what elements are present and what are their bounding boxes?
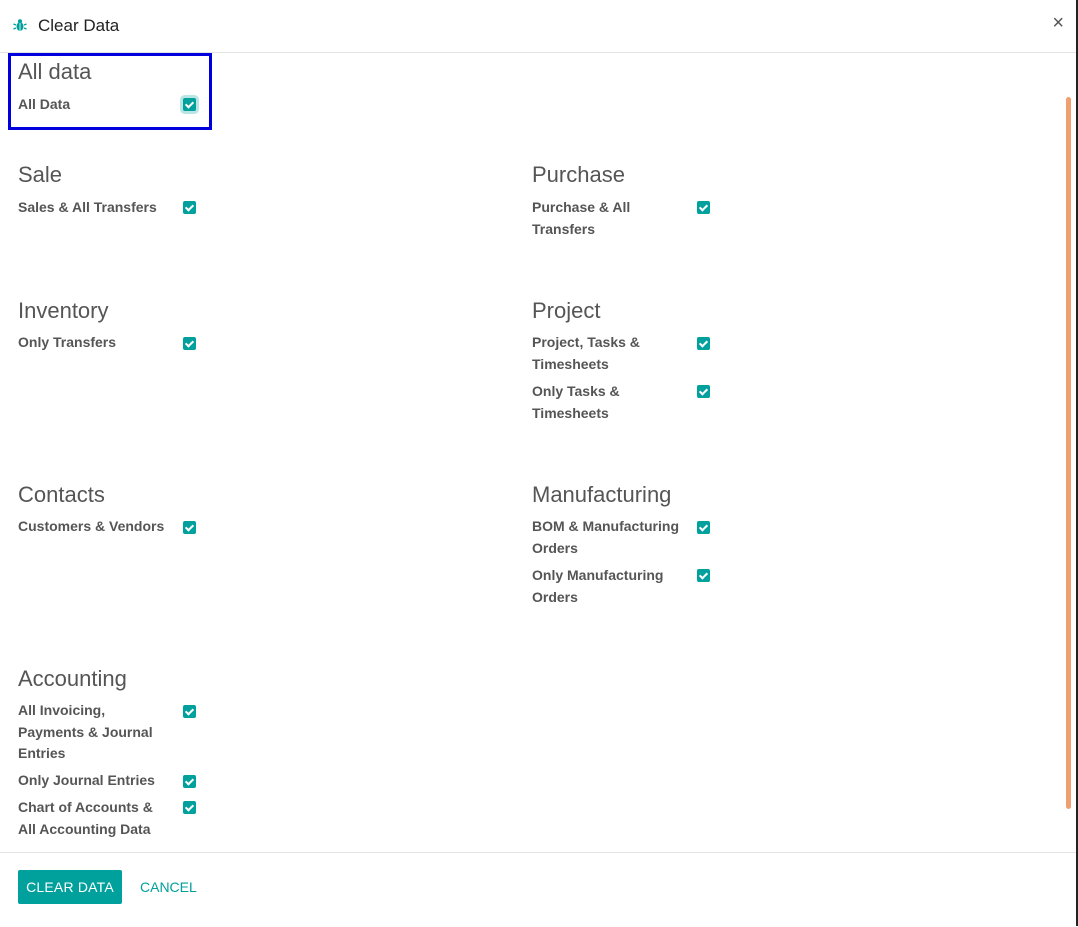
section-title-all-data: All data: [18, 59, 92, 84]
option-label-sales-transfers: Sales & All Transfers: [18, 199, 157, 215]
checkbox-all-invoicing[interactable]: [183, 705, 196, 718]
clear-data-button[interactable]: CLEAR DATA: [18, 870, 122, 904]
section-title-project: Project: [532, 298, 601, 323]
option-label-project-tasks-timesheets: Project, Tasks & Timesheets: [532, 334, 640, 372]
checkbox-only-transfers[interactable]: [183, 337, 196, 350]
checkbox-sales-transfers[interactable]: [183, 201, 196, 214]
section-title-purchase: Purchase: [532, 162, 625, 187]
bug-icon: [13, 18, 27, 32]
checkbox-purchase-transfers[interactable]: [697, 201, 710, 214]
option-label-all-invoicing: All Invoicing, Payments & Journal Entrie…: [18, 702, 153, 761]
checkbox-bom-manufacturing-orders[interactable]: [697, 521, 710, 534]
option-label-bom-manufacturing-orders: BOM & Manufacturing Orders: [532, 518, 679, 556]
cancel-button[interactable]: CANCEL: [136, 870, 201, 904]
section-title-manufacturing: Manufacturing: [532, 482, 672, 507]
checkbox-project-tasks-timesheets[interactable]: [697, 337, 710, 350]
option-label-only-transfers: Only Transfers: [18, 334, 117, 350]
option-label-only-manufacturing-orders: Only Manufacturing Orders: [532, 567, 664, 605]
section-title-inventory: Inventory: [18, 298, 109, 323]
section-title-contacts: Contacts: [18, 482, 105, 507]
checkbox-customers-vendors[interactable]: [183, 521, 196, 534]
section-title-accounting: Accounting: [18, 666, 127, 691]
checkbox-only-tasks-timesheets[interactable]: [697, 385, 710, 398]
section-title-sale: Sale: [18, 162, 63, 187]
clear-data-dialog: Clear Data × All data All Data Sale Sale…: [0, 0, 1078, 926]
option-label-only-tasks-timesheets: Only Tasks & Timesheets: [532, 383, 620, 421]
dialog-footer: CLEAR DATA CANCEL: [0, 852, 1076, 927]
checkbox-all-data[interactable]: [183, 98, 196, 111]
option-label-chart-of-accounts: Chart of Accounts & All Accounting Data: [18, 799, 153, 837]
dialog-header: Clear Data ×: [0, 0, 1076, 53]
option-label-customers-vendors: Customers & Vendors: [18, 518, 165, 534]
checkbox-only-manufacturing-orders[interactable]: [697, 569, 710, 582]
option-label-only-journal-entries: Only Journal Entries: [18, 772, 155, 788]
scrollbar[interactable]: [1066, 97, 1072, 809]
scrollbar-thumb[interactable]: [1066, 97, 1071, 809]
option-label-purchase-transfers: Purchase & All Transfers: [532, 199, 631, 237]
checkbox-chart-of-accounts[interactable]: [183, 801, 196, 814]
dialog-body: All data All Data Sale Sales & All Trans…: [0, 53, 1076, 852]
option-label-all-data: All Data: [18, 96, 71, 112]
dialog-title: Clear Data: [38, 16, 120, 35]
checkbox-only-journal-entries[interactable]: [183, 775, 196, 788]
close-icon[interactable]: ×: [1052, 13, 1064, 33]
